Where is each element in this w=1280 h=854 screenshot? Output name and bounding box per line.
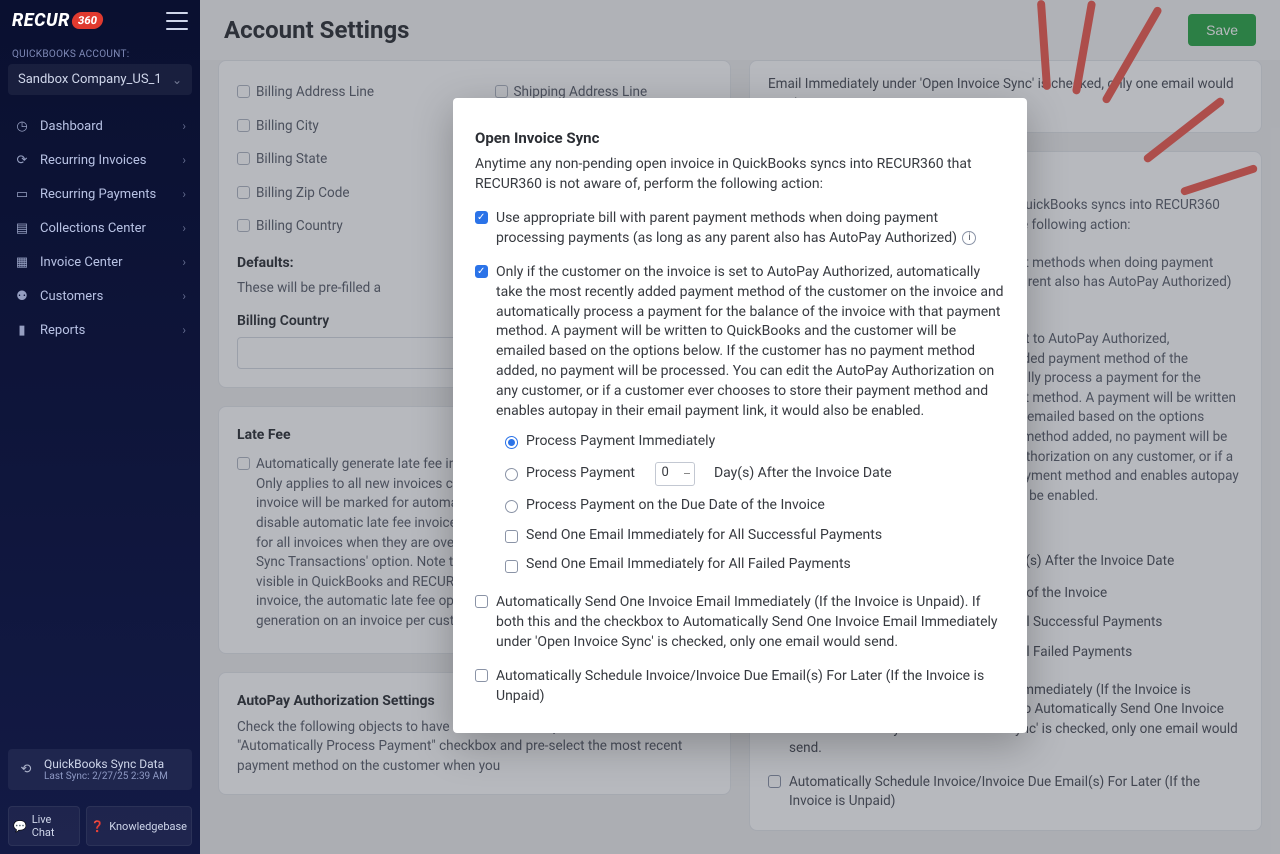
modal-check1-label: Use appropriate bill with parent payment… (496, 210, 957, 246)
radio-icon (505, 468, 518, 481)
checkbox-icon (505, 560, 518, 573)
live-chat-label: Live Chat (32, 813, 75, 839)
sidebar-item-dashboard[interactable]: ◷ Dashboard › (0, 109, 200, 143)
modal-radio-due-date[interactable]: Process Payment on the Due Date of the I… (505, 496, 1005, 516)
modal-radio-immediately[interactable]: Process Payment Immediately (505, 432, 1005, 452)
modal-radio2-suffix: Day(s) After the Invoice Date (714, 464, 892, 484)
radio-icon (505, 436, 518, 449)
logo: RECUR 360 (12, 10, 103, 31)
logo-text: RECUR (12, 10, 70, 31)
people-icon: ⚉ (14, 288, 30, 304)
radio-icon (505, 500, 518, 513)
nav-label: Customers (40, 289, 103, 304)
modal-check-email-success[interactable]: Send One Email Immediately for All Succe… (505, 526, 1005, 546)
sync-title: QuickBooks Sync Data (44, 757, 168, 771)
chevron-right-icon: › (182, 221, 186, 235)
modal-c3-label: Automatically Send One Invoice Email Imm… (496, 593, 1005, 653)
nav-label: Reports (40, 323, 85, 338)
menu-toggle-icon[interactable] (166, 12, 188, 30)
sidebar: RECUR 360 QUICKBOOKS ACCOUNT: Sandbox Co… (0, 0, 200, 854)
bars-icon: ▮ (14, 322, 30, 338)
chevron-down-icon: ⌄ (172, 73, 182, 87)
modal-intro: Anytime any non-pending open invoice in … (475, 155, 1005, 195)
collections-icon: ▤ (14, 220, 30, 236)
checkbox-icon (475, 265, 488, 278)
modal-check-auto-invoice-email[interactable]: Automatically Send One Invoice Email Imm… (475, 593, 1005, 653)
sidebar-item-collections-center[interactable]: ▤ Collections Center › (0, 211, 200, 245)
sync-icon: ⟲ (18, 762, 34, 778)
sidebar-item-reports[interactable]: ▮ Reports › (0, 313, 200, 347)
qb-account-label: QUICKBOOKS ACCOUNT: (0, 41, 200, 64)
qb-account-select[interactable]: Sandbox Company_US_1 ⌄ (8, 64, 192, 95)
modal-radio2-prefix: Process Payment (526, 464, 635, 484)
chat-icon: 💬 (13, 820, 27, 833)
nav-label: Recurring Payments (40, 187, 156, 202)
chevron-right-icon: › (182, 289, 186, 303)
knowledgebase-button[interactable]: ❓ Knowledgebase (86, 806, 193, 846)
sync-subtitle: Last Sync: 2/27/25 2:39 AM (44, 771, 168, 782)
days-spinner[interactable]: 0 (655, 462, 695, 486)
chevron-right-icon: › (182, 119, 186, 133)
modal-subc1-label: Send One Email Immediately for All Succe… (526, 526, 882, 546)
checkbox-icon (475, 669, 488, 682)
chevron-right-icon: › (182, 187, 186, 201)
sidebar-item-customers[interactable]: ⚉ Customers › (0, 279, 200, 313)
chevron-right-icon: › (182, 323, 186, 337)
checkbox-icon (475, 211, 488, 224)
live-chat-button[interactable]: 💬 Live Chat (8, 806, 80, 846)
modal-radio-days-after[interactable]: Process Payment 0 Day(s) After the Invoi… (505, 462, 1005, 486)
book-icon: ❓ (91, 820, 105, 833)
nav: ◷ Dashboard › ⟳ Recurring Invoices › ▭ Recu… (0, 103, 200, 741)
quickbooks-sync-button[interactable]: ⟲ QuickBooks Sync Data Last Sync: 2/27/2… (8, 749, 192, 790)
modal-radio1-label: Process Payment Immediately (526, 432, 715, 452)
main: Account Settings Save Billing Address Li… (200, 0, 1280, 854)
modal-title: Open Invoice Sync (475, 128, 1005, 149)
modal-c4-label: Automatically Schedule Invoice/Invoice D… (496, 667, 1005, 707)
modal-radio3-label: Process Payment on the Due Date of the I… (526, 496, 825, 516)
card-icon: ▭ (14, 186, 30, 202)
nav-label: Invoice Center (40, 255, 123, 270)
sidebar-item-invoice-center[interactable]: ▦ Invoice Center › (0, 245, 200, 279)
modal-subc2-label: Send One Email Immediately for All Faile… (526, 555, 851, 575)
dashboard-icon: ◷ (14, 118, 30, 134)
chevron-right-icon: › (182, 153, 186, 167)
nav-label: Recurring Invoices (40, 153, 146, 168)
info-icon[interactable]: i (962, 231, 976, 245)
sidebar-item-recurring-invoices[interactable]: ⟳ Recurring Invoices › (0, 143, 200, 177)
modal-check-email-failed[interactable]: Send One Email Immediately for All Faile… (505, 555, 1005, 575)
nav-label: Dashboard (40, 119, 103, 134)
checkbox-icon (475, 595, 488, 608)
nav-label: Collections Center (40, 221, 146, 236)
modal-check-schedule-emails[interactable]: Automatically Schedule Invoice/Invoice D… (475, 667, 1005, 707)
modal-check-autopay[interactable]: Only if the customer on the invoice is s… (475, 263, 1005, 422)
knowledgebase-label: Knowledgebase (109, 820, 187, 833)
refresh-icon: ⟳ (14, 152, 30, 168)
qb-account-value: Sandbox Company_US_1 (18, 72, 162, 87)
sidebar-item-recurring-payments[interactable]: ▭ Recurring Payments › (0, 177, 200, 211)
logo-badge: 360 (71, 12, 104, 29)
chevron-right-icon: › (182, 255, 186, 269)
modal-check2-label: Only if the customer on the invoice is s… (496, 263, 1005, 422)
modal-check-parent-payment[interactable]: Use appropriate bill with parent payment… (475, 209, 1005, 249)
checkbox-icon (505, 530, 518, 543)
open-invoice-sync-modal: Open Invoice Sync Anytime any non-pendin… (453, 98, 1027, 733)
invoice-icon: ▦ (14, 254, 30, 270)
